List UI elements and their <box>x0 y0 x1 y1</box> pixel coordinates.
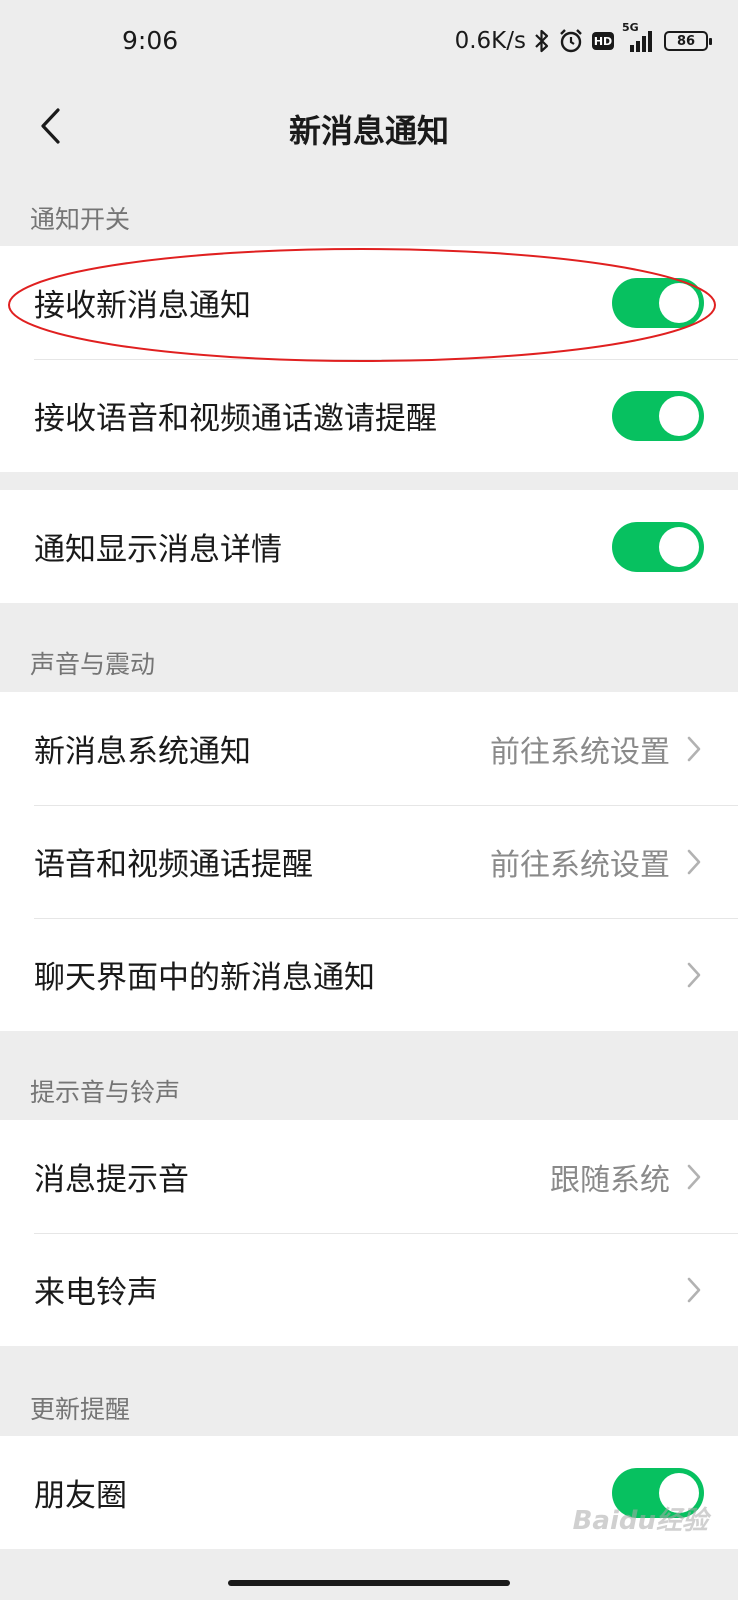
toggle-knob <box>659 1472 699 1513</box>
row-label-message-tone: 消息提示音 <box>34 1162 189 1198</box>
toggle-knob <box>659 395 699 436</box>
status-bar: 9:06 0.6K/s HD 5G 86 <box>0 0 738 84</box>
row-call-remind[interactable]: 语音和视频通话提醒 前往系统设置 <box>0 805 738 918</box>
row-chat-notify[interactable]: 聊天界面中的新消息通知 <box>0 918 738 1031</box>
toggle-moments[interactable] <box>612 1467 704 1518</box>
section-header-tone-ringtone: 提示音与铃声 <box>30 1078 181 1107</box>
chevron-right-icon <box>684 847 704 877</box>
row-label-chat-notify: 聊天界面中的新消息通知 <box>34 960 375 996</box>
section-header-update-remind: 更新提醒 <box>30 1395 131 1424</box>
toggle-knob <box>659 526 699 567</box>
row-moments[interactable]: 朋友圈 <box>0 1436 738 1549</box>
row-value-message-tone: 跟随系统 <box>550 1162 670 1198</box>
chevron-right-icon <box>684 1162 704 1192</box>
group-sound-vibration: 新消息系统通知 前往系统设置 语音和视频通话提醒 前往系统设置 聊天界面中的新消… <box>0 692 738 1031</box>
row-receive-call[interactable]: 接收语音和视频通话邀请提醒 <box>0 359 738 472</box>
toggle-show-detail[interactable] <box>612 521 704 572</box>
toggle-knob <box>659 282 699 323</box>
group-show-detail: 通知显示消息详情 <box>0 490 738 603</box>
bluetooth-icon <box>534 28 550 54</box>
signal-icon: 5G <box>622 21 656 53</box>
row-label-system-notify: 新消息系统通知 <box>34 734 251 770</box>
signal-label: 5G <box>622 21 639 34</box>
chevron-right-icon <box>684 960 704 990</box>
row-label-show-detail: 通知显示消息详情 <box>34 532 282 568</box>
nav-bar: 新消息通知 <box>0 84 738 180</box>
row-ringtone[interactable]: 来电铃声 <box>0 1233 738 1346</box>
row-receive-new[interactable]: 接收新消息通知 <box>0 246 738 359</box>
section-header-sound-vibration: 声音与震动 <box>30 650 156 679</box>
group-tone-ringtone: 消息提示音 跟随系统 来电铃声 <box>0 1120 738 1346</box>
row-label-call-remind: 语音和视频通话提醒 <box>34 847 313 883</box>
row-label-receive-call: 接收语音和视频通话邀请提醒 <box>34 401 437 437</box>
status-time: 9:06 <box>122 26 179 55</box>
section-header-notify-switch: 通知开关 <box>30 205 131 234</box>
row-show-detail[interactable]: 通知显示消息详情 <box>0 490 738 603</box>
status-icons: 0.6K/s HD 5G 86 <box>454 21 712 56</box>
row-label-ringtone: 来电铃声 <box>34 1275 158 1311</box>
row-message-tone[interactable]: 消息提示音 跟随系统 <box>0 1120 738 1233</box>
toggle-receive-new[interactable] <box>612 277 704 328</box>
chevron-right-icon <box>684 734 704 764</box>
home-indicator[interactable] <box>228 1580 510 1586</box>
row-label-moments: 朋友圈 <box>34 1478 127 1514</box>
alarm-icon <box>558 28 584 54</box>
row-system-notify[interactable]: 新消息系统通知 前往系统设置 <box>0 692 738 805</box>
page-title: 新消息通知 <box>288 112 449 150</box>
toggle-receive-call[interactable] <box>612 390 704 441</box>
group-update-remind: 朋友圈 <box>0 1436 738 1549</box>
hd-icon: HD <box>592 32 614 50</box>
group-notify-switch: 接收新消息通知 接收语音和视频通话邀请提醒 <box>0 246 738 472</box>
row-value-system-notify: 前往系统设置 <box>490 734 670 770</box>
row-label-receive-new: 接收新消息通知 <box>34 288 251 324</box>
row-value-call-remind: 前往系统设置 <box>490 847 670 883</box>
chevron-right-icon <box>684 1275 704 1305</box>
network-speed: 0.6K/s <box>454 28 526 54</box>
battery-icon: 86 <box>664 31 712 51</box>
